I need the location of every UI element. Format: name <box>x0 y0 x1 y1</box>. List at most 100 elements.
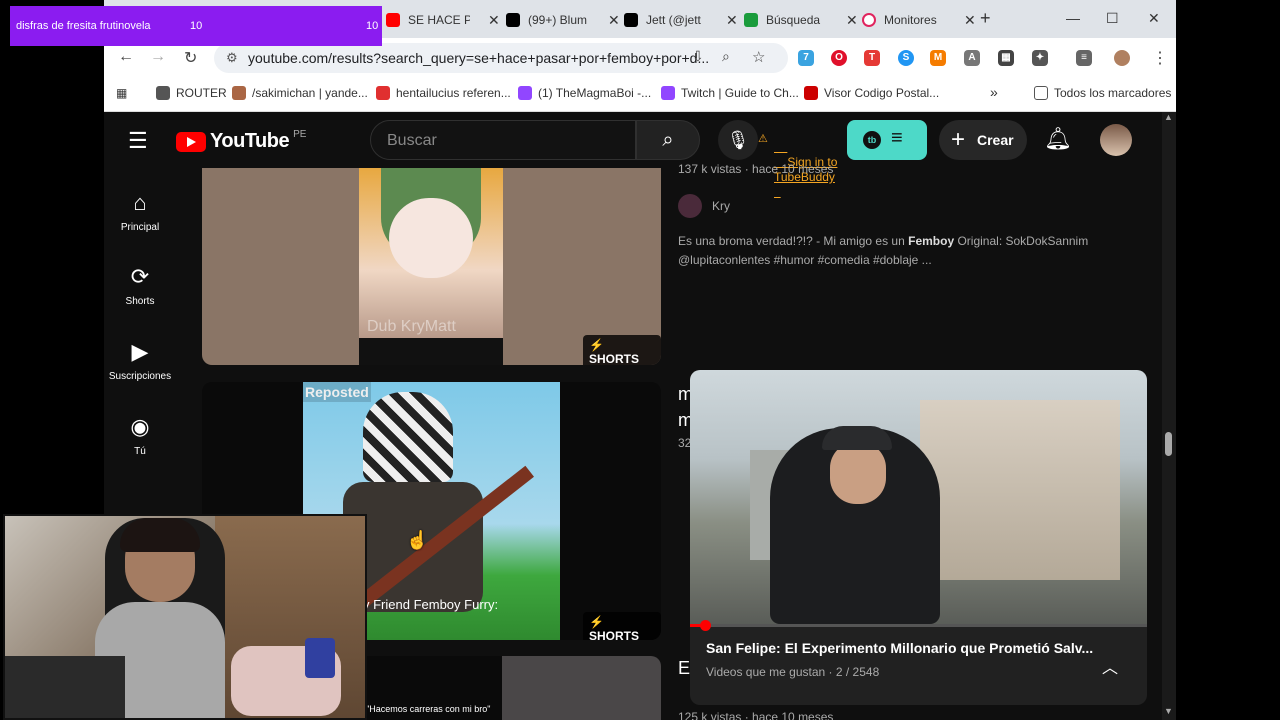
account-avatar[interactable] <box>1100 124 1132 156</box>
sidebar-item-subscriptions[interactable]: ▶ Suscripciones <box>104 339 176 382</box>
tab-monitores[interactable]: Monitores ✕ <box>854 6 976 34</box>
miniplayer[interactable]: San Felipe: El Experimento Millonario qu… <box>690 370 1147 705</box>
video-meta: 125 k vistas · hace 10 meses <box>678 710 834 720</box>
profile-avatar-icon[interactable] <box>1114 50 1130 66</box>
new-tab-button[interactable]: + <box>980 8 991 29</box>
sidebar-item-label: Principal <box>120 222 160 233</box>
bookmark-label: ROUTER <box>176 86 227 100</box>
router-icon <box>156 86 170 100</box>
sidebar-item-principal[interactable]: ⌂ Principal <box>104 190 176 233</box>
thumbnail-caption: "Hacemos carreras con mi bro" <box>366 704 491 714</box>
close-icon[interactable]: ✕ <box>964 12 976 29</box>
bookmark-star-icon[interactable]: ☆ <box>752 48 765 66</box>
search-placeholder: Buscar <box>387 132 437 149</box>
close-window-button[interactable]: ✕ <box>1148 10 1160 27</box>
bookmark-themagmaboi[interactable]: (1) TheMagmaBoi -... <box>518 86 651 100</box>
video-meta: 137 k vistas · hace 10 meses <box>678 162 834 176</box>
channel-link[interactable]: Kry <box>678 194 730 218</box>
scroll-up-icon[interactable]: ▲ <box>1164 112 1173 122</box>
translate-icon[interactable]: A <box>964 50 980 66</box>
scrollbar-thumb[interactable] <box>1165 432 1172 456</box>
reload-icon[interactable]: ↻ <box>184 48 197 68</box>
sidebar-item-label: Suscripciones <box>108 371 172 382</box>
voice-search-button[interactable]: 🎙 <box>718 120 758 160</box>
media-icon[interactable]: ≡ <box>1076 50 1092 66</box>
bookmark-visor[interactable]: Visor Codigo Postal... <box>804 86 939 100</box>
all-bookmarks-button[interactable]: Todos los marcadores <box>1034 86 1171 100</box>
tubebuddy-ext-icon[interactable]: T <box>864 50 880 66</box>
shorts-badge: ⚡ SHORTS <box>583 335 661 365</box>
region-code: PE <box>293 129 307 140</box>
sidebar-item-you[interactable]: ◉ Tú <box>104 414 176 457</box>
extension-icon[interactable]: ▦ <box>998 50 1014 66</box>
youtube-logo[interactable]: YouTube PE <box>176 129 307 153</box>
video-description: Es una broma verdad!?!? - Mi amigo es un… <box>678 232 1138 270</box>
tubebuddy-button[interactable]: tb ≡ <box>847 120 927 160</box>
opera-icon[interactable]: O <box>831 50 847 66</box>
shorts-badge-label: SHORTS <box>589 352 640 365</box>
subscriptions-icon: ▶ <box>131 339 149 364</box>
notifications-bell-icon[interactable]: 🔔︎ <box>1044 126 1072 152</box>
bookmark-hentailucius[interactable]: hentailucius referen... <box>376 86 511 100</box>
chevron-up-icon[interactable]: ︿ <box>1102 654 1118 678</box>
create-button[interactable]: + Crear <box>939 120 1027 160</box>
character-face <box>389 198 473 278</box>
miniplayer-title[interactable]: San Felipe: El Experimento Millonario qu… <box>706 640 1093 656</box>
install-icon[interactable]: ⇩ <box>692 48 704 65</box>
back-icon[interactable]: ← <box>118 48 134 66</box>
search-button[interactable]: ⌕ <box>636 120 700 160</box>
person-face <box>830 442 886 504</box>
tab-busqueda[interactable]: Búsqueda ✕ <box>736 6 858 34</box>
shorts-icon: ⟳ <box>130 264 150 289</box>
video-title-partial[interactable]: E <box>678 658 690 679</box>
extension-icon[interactable]: 7 <box>798 50 814 66</box>
playlist-name: Videos que me gustan <box>706 665 826 679</box>
apps-grid-icon[interactable]: ▦ <box>116 86 127 100</box>
site-info-icon[interactable]: ⚙ <box>226 43 238 73</box>
miniplayer-video[interactable] <box>690 370 1147 624</box>
tiktok-favicon-icon <box>624 13 638 27</box>
bookmark-favicon-icon <box>376 86 390 100</box>
extension-icon[interactable]: S <box>898 50 914 66</box>
description-text: Es una broma verdad!?!? - Mi amigo es un <box>678 234 909 248</box>
bookmark-favicon-icon <box>232 86 246 100</box>
sidebar-item-shorts[interactable]: ⟳ Shorts <box>104 264 176 307</box>
maximize-button[interactable]: ☐ <box>1106 10 1119 27</box>
overlay-count: 10 <box>366 20 379 32</box>
bookmark-label: /sakimichan | yande... <box>252 86 368 100</box>
progress-handle[interactable] <box>700 620 711 631</box>
url-text: youtube.com/results?search_query=se+hace… <box>248 50 710 66</box>
puzzle-icon[interactable]: ✦ <box>1032 50 1048 66</box>
bookmark-router[interactable]: ROUTER <box>156 86 227 100</box>
search-icon: ⌕ <box>662 129 674 151</box>
twitch-icon <box>661 86 675 100</box>
bookmark-twitch-guide[interactable]: Twitch | Guide to Ch... <box>661 86 799 100</box>
search-input[interactable]: Buscar <box>370 120 636 160</box>
page-scrollbar[interactable]: ▲ ▼ <box>1162 112 1176 720</box>
character-head <box>363 392 453 482</box>
zoom-icon[interactable]: ⌕ <box>722 48 730 65</box>
metamask-icon[interactable]: M <box>930 50 946 66</box>
scroll-down-icon[interactable]: ▼ <box>1164 706 1173 716</box>
video-thumbnail[interactable]: Dub KryMatt ⚡ SHORTS <box>202 168 661 365</box>
tab-tiktok-1[interactable]: (99+) Blum ✕ <box>498 6 620 34</box>
hamburger-menu-icon[interactable]: ☰ <box>128 128 148 154</box>
shorts-badge: ⚡ SHORTS <box>583 612 661 640</box>
thumbnail-bar <box>359 338 503 365</box>
bookmarks-bar: ▦ ROUTER /sakimichan | yande... hentailu… <box>104 78 1176 112</box>
description-text: Original: SokDokSannim <box>954 234 1089 248</box>
bookmark-sakimichan[interactable]: /sakimichan | yande... <box>232 86 368 100</box>
youtube-favicon-icon <box>386 13 400 27</box>
tab-youtube[interactable]: SE HACE P ✕ <box>378 6 500 34</box>
forward-icon[interactable]: → <box>150 48 166 66</box>
webcam-overlay <box>3 514 367 720</box>
warning-icon: ⚠ <box>758 133 768 145</box>
minimize-button[interactable]: — <box>1066 10 1080 26</box>
menu-kebab-icon[interactable]: ⋮ <box>1152 48 1168 68</box>
monitores-favicon-icon <box>862 13 876 27</box>
bookmarks-overflow-button[interactable]: » <box>990 84 998 100</box>
tab-tiktok-2[interactable]: Jett (@jett ✕ <box>616 6 738 34</box>
progress-track[interactable] <box>690 620 1147 631</box>
microphone-icon: 🎙 <box>726 130 750 150</box>
twitch-icon <box>518 86 532 100</box>
